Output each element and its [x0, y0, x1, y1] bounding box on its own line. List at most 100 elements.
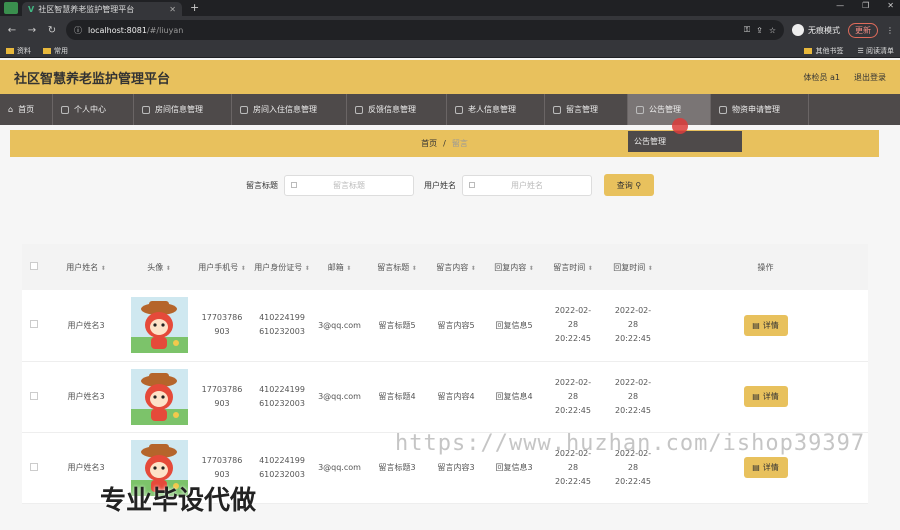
col-reply[interactable]: 回复内容 ⬍	[485, 244, 543, 290]
table-row: 用户姓名3 17703786903 410224199610232003 3@qq.c…	[22, 290, 868, 361]
search-icon: ⚲	[635, 180, 642, 190]
nav-item-notice[interactable]: 公告管理	[628, 94, 711, 125]
sort-icon: ⬍	[165, 264, 171, 272]
cell-reply-time: 2022-02-28 20:22:45	[614, 306, 652, 344]
elderly-icon	[455, 105, 463, 114]
close-tab-icon[interactable]: ✕	[169, 5, 176, 14]
notice-icon	[636, 105, 644, 114]
incognito-label: 无痕模式	[808, 25, 840, 35]
reading-list-icon: ☰	[857, 46, 866, 55]
main-nav: ⌂ 首页 个人中心 房间信息管理 房间入住信息管理 反馈信息管理 老人信息管理 留…	[0, 94, 900, 125]
col-phone[interactable]: 用户手机号 ⬍	[192, 244, 252, 290]
new-tab-icon[interactable]: +	[190, 1, 199, 14]
nav-item-profile[interactable]: 个人中心	[53, 94, 134, 125]
cell-reply: 回复信息4	[495, 392, 533, 401]
app-header: 社区智慧养老监护管理平台 体检员 a1 退出登录	[0, 60, 900, 94]
bookmark-item[interactable]: 资料	[6, 46, 31, 56]
row-checkbox[interactable]	[30, 320, 38, 329]
bookmark-item[interactable]: 常用	[43, 46, 68, 56]
detail-button[interactable]: ▤ 详情	[743, 386, 788, 407]
cell-idcard: 410224199610232003	[259, 384, 305, 408]
notice-dropdown-item[interactable]: 公告管理	[628, 131, 742, 152]
cell-name: 用户姓名3	[67, 320, 105, 330]
col-time[interactable]: 留言时间 ⬍	[543, 244, 603, 290]
pinned-tab-icon[interactable]	[4, 2, 18, 14]
watermark-url: https://www.huzhan.com/ishop39397	[395, 431, 866, 456]
nav-item-checkin[interactable]: 房间入住信息管理	[232, 94, 347, 125]
col-idcard[interactable]: 用户身份证号 ⬍	[252, 244, 312, 290]
update-button[interactable]: 更新	[848, 22, 878, 38]
cursor-highlight	[672, 118, 688, 134]
restore-icon[interactable]: ❐	[862, 1, 869, 10]
doc-icon: ▤	[752, 392, 760, 401]
nav-item-home[interactable]: ⌂ 首页	[0, 94, 53, 125]
incognito-indicator[interactable]: 无痕模式	[792, 24, 840, 36]
cell-phone: 17703786903	[201, 313, 243, 337]
sort-icon: ⬍	[411, 264, 417, 272]
share-icon[interactable]: ⇪	[756, 26, 763, 35]
other-bookmarks[interactable]: 其他书签	[804, 46, 843, 56]
nav-item-room[interactable]: 房间信息管理	[134, 94, 232, 125]
folder-icon	[804, 47, 813, 54]
cell-reply: 回复信息5	[495, 320, 533, 330]
message-icon	[553, 105, 561, 114]
row-checkbox[interactable]	[30, 391, 38, 400]
col-name[interactable]: 用户姓名 ⬍	[46, 244, 126, 290]
row-checkbox[interactable]	[30, 462, 38, 471]
cell-content: 留言内容4	[437, 392, 475, 401]
avatar	[130, 297, 188, 354]
key-icon[interactable]: ⚿	[744, 25, 750, 35]
cell-time: 2022-02-28 20:22:45	[554, 306, 592, 344]
message-table: 用户姓名 ⬍ 头像 ⬍ 用户手机号 ⬍ 用户身份证号 ⬍ 邮箱 ⬍ 留言标题 ⬍…	[22, 244, 868, 504]
name-search-input[interactable]: 用户姓名	[462, 174, 592, 196]
col-content[interactable]: 留言内容 ⬍	[427, 244, 485, 290]
info-icon[interactable]: ⓘ	[74, 25, 82, 36]
sort-icon: ⬍	[470, 264, 476, 272]
nav-item-supplies[interactable]: 物资申请管理	[711, 94, 809, 125]
url-host: localhost:8081	[88, 25, 147, 35]
browser-tab[interactable]: V 社区智慧养老监护管理平台 ✕	[22, 2, 182, 16]
close-window-icon[interactable]: ✕	[887, 1, 894, 10]
current-user: 体检员 a1	[803, 72, 840, 82]
sort-icon: ⬍	[528, 264, 534, 272]
detail-button[interactable]: ▤ 详情	[743, 457, 788, 478]
nav-item-elderly[interactable]: 老人信息管理	[447, 94, 545, 125]
address-bar: ← → ↻ ⓘ localhost:8081/#/liuyan ⚿ ⇪ ☆ 无痕…	[0, 16, 900, 44]
folder-icon	[6, 47, 14, 54]
detail-button[interactable]: ▤ 详情	[743, 314, 788, 336]
browser-tab-bar: V 社区智慧养老监护管理平台 ✕ + — ❐ ✕	[0, 0, 900, 16]
logout-link[interactable]: 退出登录	[854, 72, 886, 83]
url-input[interactable]: ⓘ localhost:8081/#/liuyan ⚿ ⇪ ☆	[66, 20, 784, 40]
window-controls: — ❐ ✕	[836, 1, 894, 10]
breadcrumb-home[interactable]: 首页	[421, 138, 437, 149]
input-icon	[291, 182, 297, 188]
nav-item-message[interactable]: 留言管理	[545, 94, 628, 125]
watermark-text: 专业毕设代做	[100, 486, 257, 516]
menu-icon[interactable]: ⋮	[886, 26, 894, 35]
user-icon	[61, 105, 69, 114]
back-icon[interactable]: ←	[6, 25, 18, 36]
reload-icon[interactable]: ↻	[46, 25, 58, 36]
star-icon[interactable]: ☆	[769, 26, 776, 35]
col-title[interactable]: 留言标题 ⬍	[367, 244, 427, 290]
forward-icon[interactable]: →	[26, 25, 38, 36]
select-all-checkbox[interactable]	[30, 262, 38, 270]
search-button[interactable]: 查询 ⚲	[604, 174, 654, 196]
minimize-icon[interactable]: —	[836, 1, 844, 10]
reading-list[interactable]: ☰ 阅读清单	[857, 46, 894, 56]
col-reply-time[interactable]: 回复时间 ⬍	[603, 244, 663, 290]
feedback-icon	[355, 105, 363, 114]
cell-title: 留言标题5	[378, 320, 416, 330]
breadcrumb-current: 留言	[451, 139, 468, 148]
name-search-label: 用户姓名	[424, 180, 456, 190]
cell-email: 3@qq.com	[318, 463, 361, 472]
cell-name: 用户姓名3	[67, 392, 105, 401]
app-title: 社区智慧养老监护管理平台	[14, 71, 171, 87]
title-search-input[interactable]: 留言标题	[284, 174, 414, 196]
nav-item-feedback[interactable]: 反馈信息管理	[347, 94, 447, 125]
incognito-icon	[792, 24, 804, 36]
breadcrumb-separator: /	[443, 139, 446, 148]
col-avatar[interactable]: 头像 ⬍	[126, 244, 192, 290]
col-email[interactable]: 邮箱 ⬍	[312, 244, 367, 290]
cell-email: 3@qq.com	[318, 320, 361, 330]
